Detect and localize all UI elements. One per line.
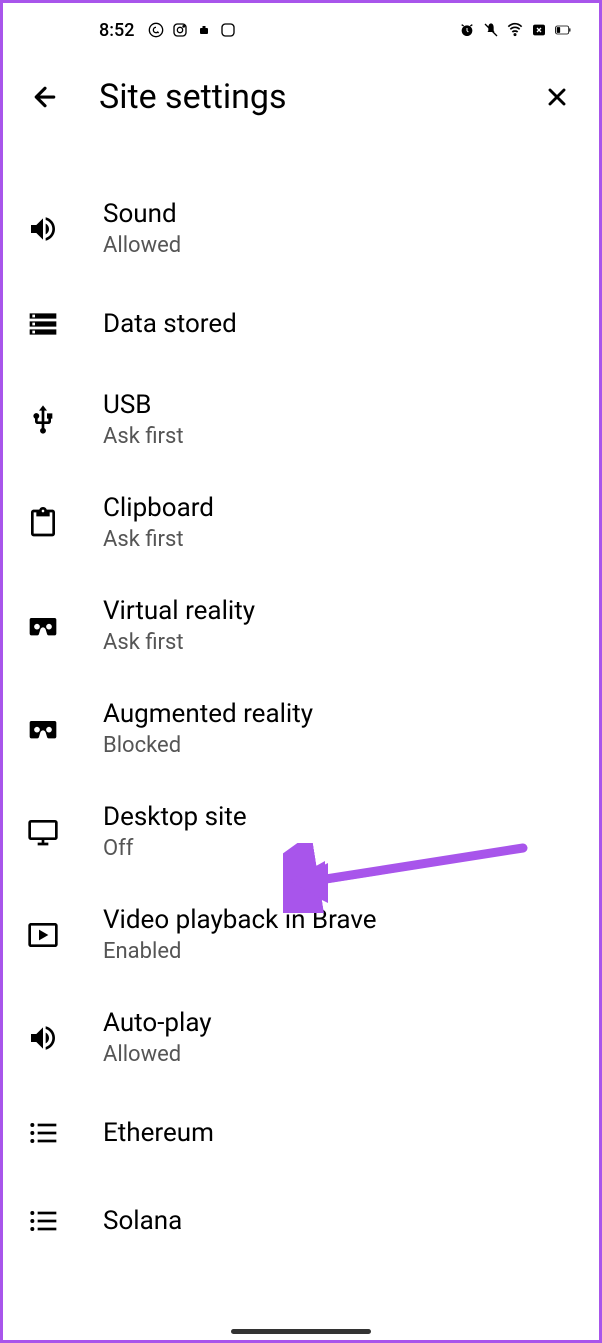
close-app-icon	[531, 22, 547, 38]
header: Site settings	[3, 57, 599, 137]
setting-subtitle: Ask first	[103, 630, 255, 655]
setting-sound[interactable]: Sound Allowed	[3, 177, 599, 280]
setting-subtitle: Allowed	[103, 233, 181, 258]
setting-title: USB	[103, 390, 184, 420]
status-bar: 8:52	[3, 3, 599, 57]
setting-title: Data stored	[103, 309, 237, 339]
video-icon	[27, 919, 59, 951]
mute-icon	[483, 22, 499, 38]
sound-icon	[27, 213, 59, 245]
setting-subtitle: Blocked	[103, 733, 313, 758]
page-title: Site settings	[99, 77, 503, 117]
autoplay-icon	[27, 1022, 59, 1054]
setting-title: Desktop site	[103, 802, 247, 832]
clipboard-icon	[27, 507, 59, 539]
setting-subtitle: Off	[103, 836, 247, 861]
back-button[interactable]	[27, 79, 63, 115]
list-icon	[27, 1205, 59, 1237]
whatsapp-icon	[148, 22, 164, 38]
storage-icon	[27, 308, 59, 340]
list-icon	[27, 1117, 59, 1149]
status-time: 8:52	[99, 20, 134, 41]
setting-video-playback[interactable]: Video playback in Brave Enabled	[3, 883, 599, 986]
setting-auto-play[interactable]: Auto-play Allowed	[3, 986, 599, 1089]
instagram-icon	[172, 22, 188, 38]
usb-icon	[27, 404, 59, 436]
setting-subtitle: Ask first	[103, 424, 184, 449]
setting-title: Video playback in Brave	[103, 905, 377, 935]
setting-subtitle: Ask first	[103, 527, 214, 552]
app-icon	[196, 22, 212, 38]
setting-clipboard[interactable]: Clipboard Ask first	[3, 471, 599, 574]
setting-title: Ethereum	[103, 1118, 214, 1148]
setting-usb[interactable]: USB Ask first	[3, 368, 599, 471]
setting-title: Clipboard	[103, 493, 214, 523]
setting-title: Augmented reality	[103, 699, 313, 729]
wifi-icon	[507, 22, 523, 38]
home-indicator[interactable]	[231, 1329, 371, 1334]
ar-icon	[27, 713, 59, 745]
setting-solana[interactable]: Solana	[3, 1177, 599, 1265]
settings-list: Sound Allowed Data stored USB Ask first	[3, 137, 599, 1265]
vr-icon	[27, 610, 59, 642]
setting-subtitle: Enabled	[103, 939, 377, 964]
battery-icon	[555, 22, 571, 38]
app-icon-2	[220, 22, 236, 38]
setting-ar[interactable]: Augmented reality Blocked	[3, 677, 599, 780]
setting-desktop-site[interactable]: Desktop site Off	[3, 780, 599, 883]
setting-title: Solana	[103, 1206, 182, 1236]
setting-title: Virtual reality	[103, 596, 255, 626]
close-button[interactable]	[539, 79, 575, 115]
setting-title: Auto-play	[103, 1008, 212, 1038]
setting-vr[interactable]: Virtual reality Ask first	[3, 574, 599, 677]
setting-data-stored[interactable]: Data stored	[3, 280, 599, 368]
setting-title: Sound	[103, 199, 181, 229]
setting-subtitle: Allowed	[103, 1042, 212, 1067]
alarm-icon	[459, 22, 475, 38]
setting-ethereum[interactable]: Ethereum	[3, 1089, 599, 1177]
desktop-icon	[27, 816, 59, 848]
